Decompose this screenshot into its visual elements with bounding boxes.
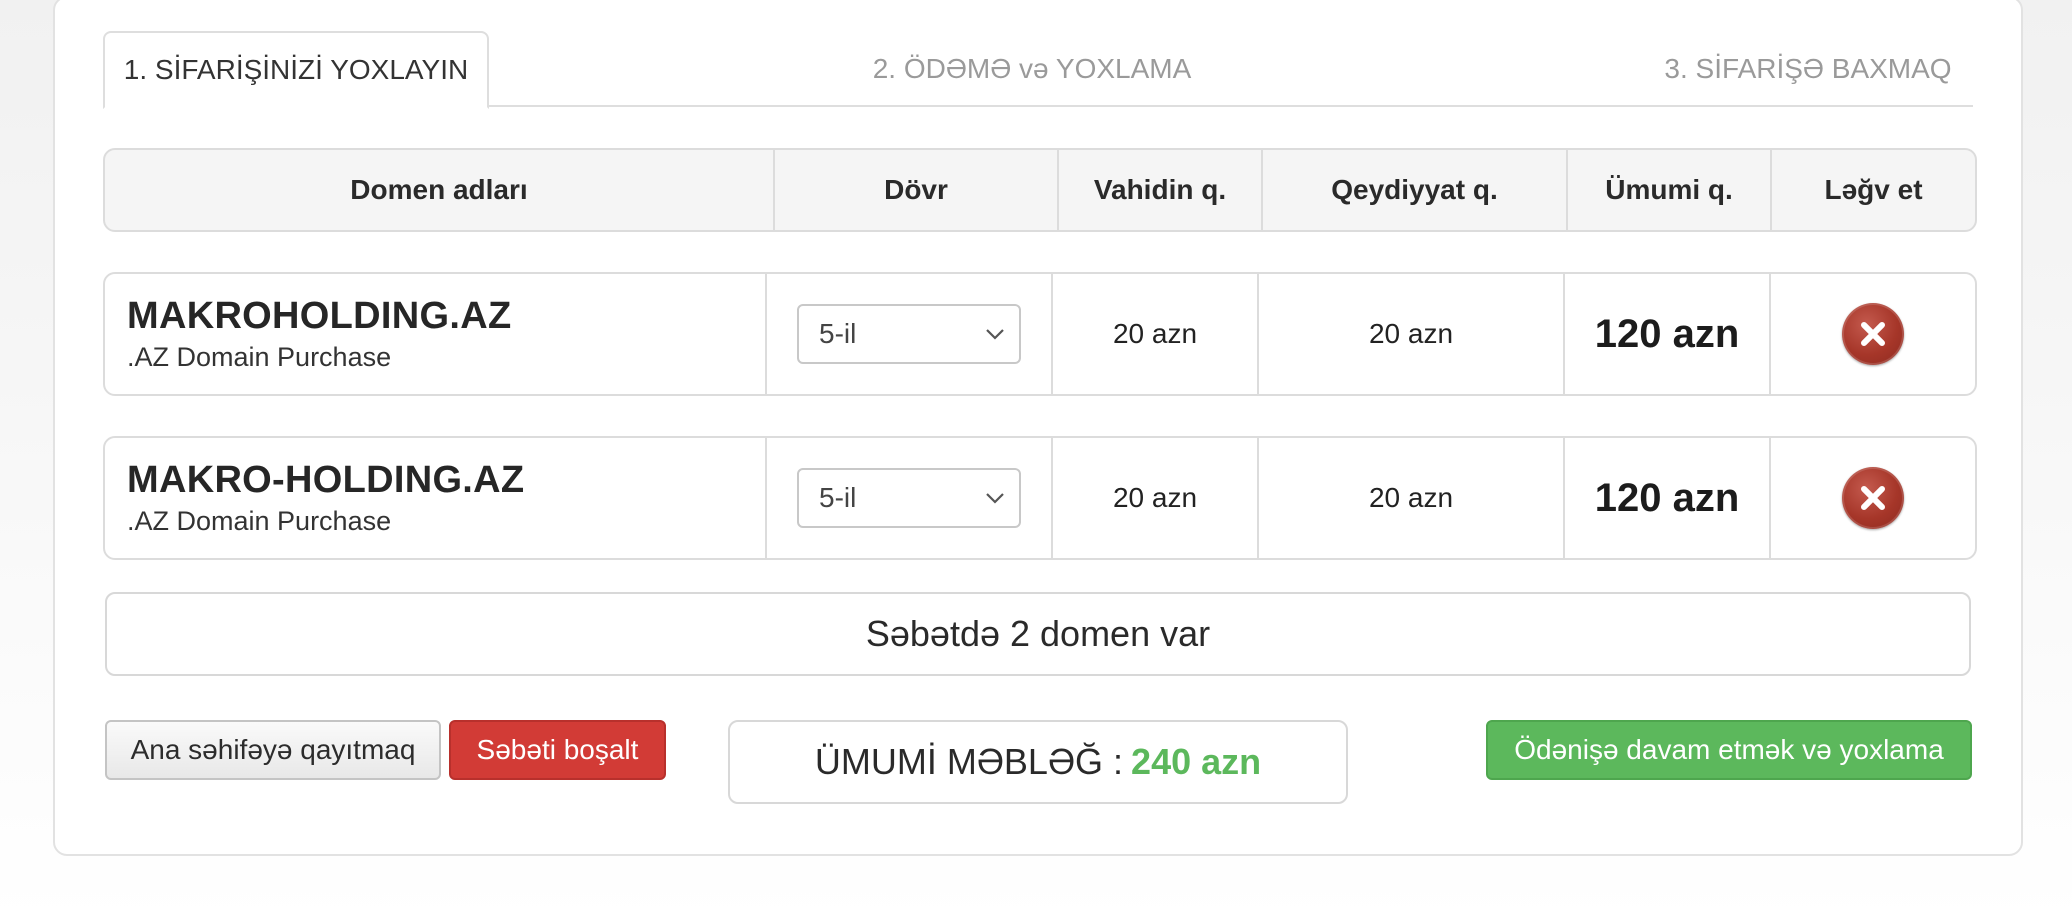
cancel-cell <box>1771 274 1975 394</box>
header-unit-price: Vahidin q. <box>1059 150 1263 230</box>
unit-price: 20 azn <box>1053 438 1259 558</box>
tab-review-order[interactable]: 1. SİFARİŞİNİZİ YOXLAYIN <box>103 31 489 109</box>
domain-name: MAKROHOLDING.AZ <box>127 295 512 337</box>
header-total-price: Ümumi q. <box>1568 150 1772 230</box>
header-period: Dövr <box>775 150 1059 230</box>
tab-payment-verification[interactable]: 2. ÖDƏMƏ və YOXLAMA <box>867 31 1197 107</box>
domain-name: MAKRO-HOLDING.AZ <box>127 459 525 501</box>
table-row: MAKROHOLDING.AZ .AZ Domain Purchase 5-il… <box>103 272 1977 396</box>
empty-cart-button[interactable]: Səbəti boşalt <box>449 720 666 780</box>
close-icon <box>1861 486 1885 510</box>
checkout-steps: 1. SİFARİŞİNİZİ YOXLAYIN 2. ÖDƏMƏ və YOX… <box>103 31 1973 109</box>
period-select[interactable]: 5-il <box>797 468 1021 528</box>
registration-price: 20 azn <box>1259 274 1565 394</box>
row-total: 120 azn <box>1565 438 1771 558</box>
grand-total-amount: 240 azn <box>1131 741 1262 782</box>
grand-total-label: ÜMUMİ MƏBLƏĞ : <box>814 741 1124 782</box>
domain-cell: MAKROHOLDING.AZ .AZ Domain Purchase <box>105 274 767 394</box>
close-icon <box>1861 322 1885 346</box>
period-value: 5-il <box>819 318 857 349</box>
remove-domain-button[interactable] <box>1842 467 1904 529</box>
header-cancel: Ləğv et <box>1824 174 1923 205</box>
header-domain-names: Domen adları <box>105 150 775 230</box>
cart-count-text: Səbətdə 2 domen var <box>865 613 1211 654</box>
period-cell: 5-il <box>767 274 1053 394</box>
continue-to-payment-button[interactable]: Ödənişə davam etmək və yoxlama <box>1486 720 1972 780</box>
period-select[interactable]: 5-il <box>797 304 1021 364</box>
period-cell: 5-il <box>767 438 1053 558</box>
back-to-home-button[interactable]: Ana səhifəyə qayıtmaq <box>105 720 441 780</box>
period-value: 5-il <box>819 482 857 513</box>
remove-domain-button[interactable] <box>1842 303 1904 365</box>
domain-description: .AZ Domain Purchase <box>127 342 392 372</box>
header-registration-price: Qeydiyyat q. <box>1263 150 1568 230</box>
row-total: 120 azn <box>1565 274 1771 394</box>
chevron-down-icon <box>986 493 1004 504</box>
domain-description: .AZ Domain Purchase <box>127 506 392 536</box>
registration-price: 20 azn <box>1259 438 1565 558</box>
cart-count-summary: Səbətdə 2 domen var <box>105 592 1971 676</box>
chevron-down-icon <box>986 329 1004 340</box>
cancel-cell <box>1771 438 1975 558</box>
table-row: MAKRO-HOLDING.AZ .AZ Domain Purchase 5-i… <box>103 436 1977 560</box>
cart-table-header: Domen adları Dövr Vahidin q. Qeydiyyat q… <box>103 148 1977 232</box>
tab-view-order[interactable]: 3. SİFARİŞƏ BAXMAQ <box>1643 31 1973 107</box>
unit-price: 20 azn <box>1053 274 1259 394</box>
domain-cell: MAKRO-HOLDING.AZ .AZ Domain Purchase <box>105 438 767 558</box>
grand-total: ÜMUMİ MƏBLƏĞ : 240 azn <box>728 720 1348 804</box>
